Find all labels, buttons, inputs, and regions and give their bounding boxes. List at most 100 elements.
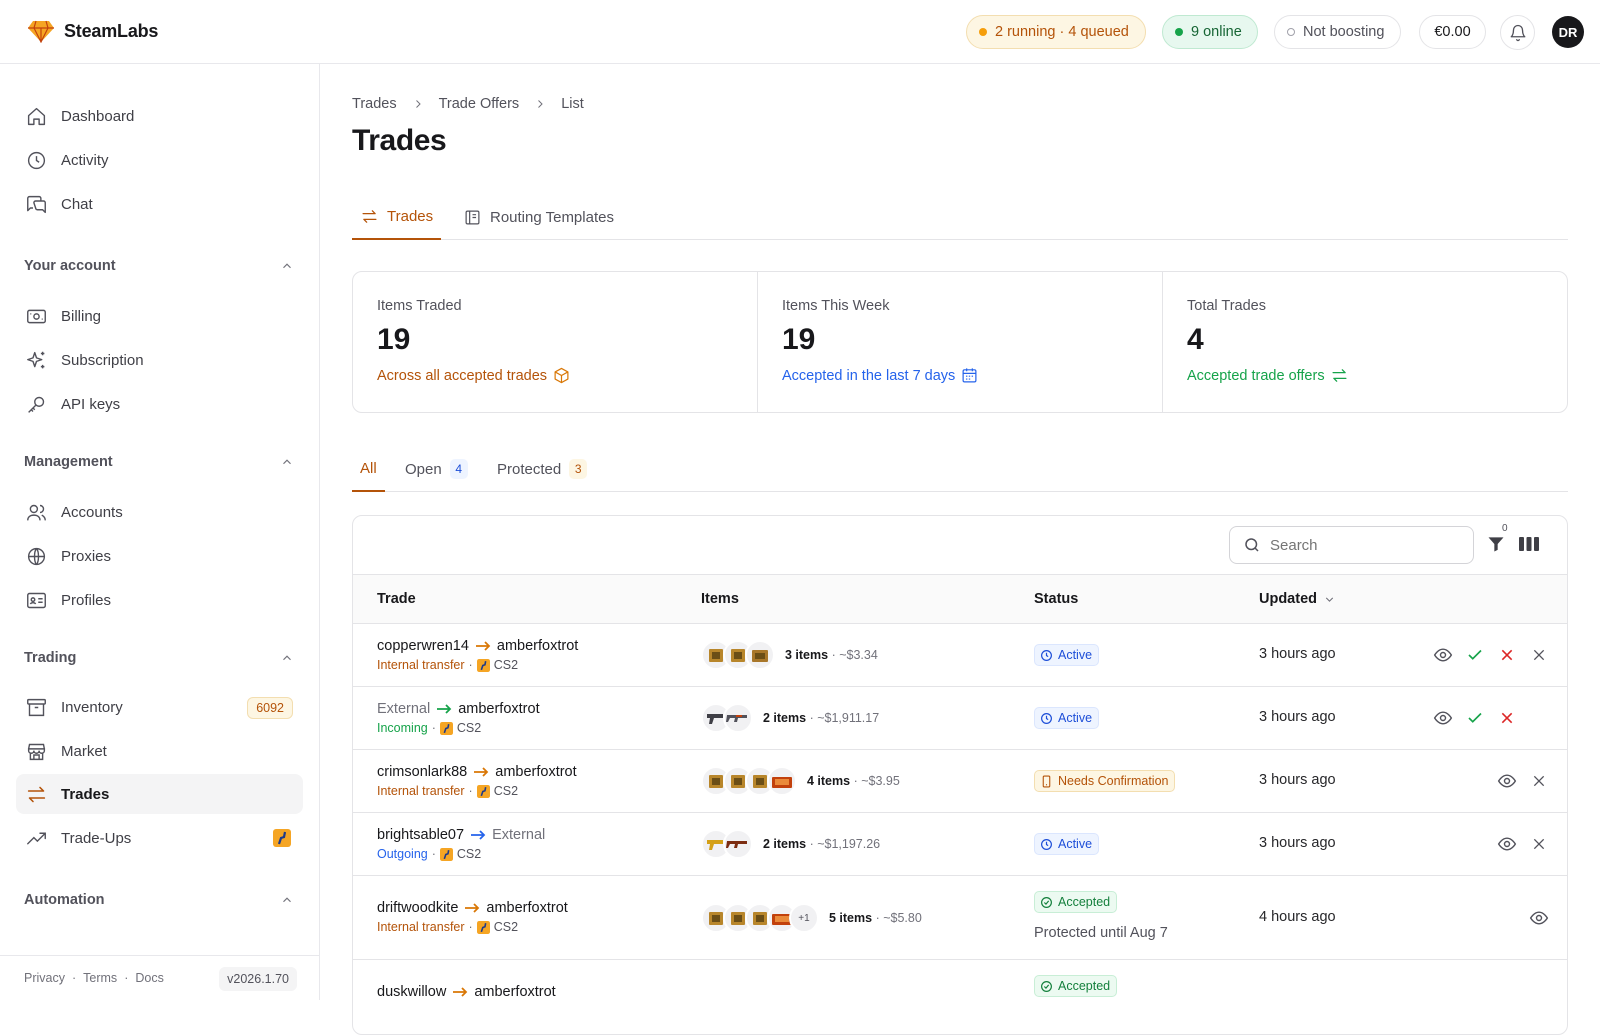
column-header-items[interactable]: Items [701, 591, 739, 607]
items-cell[interactable]: +1 5 items · ~$5.80 [701, 903, 922, 933]
book-icon [464, 209, 481, 226]
cs2-game-icon [476, 784, 490, 798]
stats-panel: Items Traded 19 Across all accepted trad… [352, 271, 1568, 413]
sidebar-item-activity[interactable]: Activity [16, 140, 303, 180]
arrow-right-icon [473, 766, 489, 778]
trade-to[interactable]: amberfoxtrot [495, 764, 576, 780]
version-badge: v2026.1.70 [219, 967, 297, 991]
trade-from[interactable]: duskwillow [377, 984, 446, 1000]
tab-trades[interactable]: Trades [352, 194, 442, 240]
chevron-up-icon [280, 455, 294, 469]
view-eye-icon[interactable] [1433, 645, 1453, 665]
column-title: Items [701, 591, 739, 607]
view-eye-icon[interactable] [1433, 708, 1453, 728]
accept-check-icon[interactable] [1465, 645, 1485, 665]
sidebar-item-market[interactable]: Market [16, 731, 303, 771]
breadcrumb-item[interactable]: Trade Offers [439, 96, 520, 112]
trade-to[interactable]: amberfoxtrot [497, 638, 578, 654]
table-row[interactable]: brightsable07 External Outgoing · CS2 2 i… [353, 813, 1567, 876]
section-your-account[interactable]: Your account [24, 258, 294, 274]
key-icon [25, 393, 47, 415]
app-logo[interactable]: SteamLabs [27, 19, 158, 43]
tab-protected[interactable]: Protected 3 [497, 446, 588, 492]
tab-routing-templates[interactable]: Routing Templates [464, 194, 614, 240]
sidebar-item-proxies[interactable]: Proxies [16, 536, 303, 576]
updated-time: 4 hours ago [1259, 909, 1336, 925]
sidebar-item-subscription[interactable]: Subscription [16, 340, 303, 380]
column-header-status[interactable]: Status [1034, 591, 1078, 607]
column-header-updated[interactable]: Updated [1259, 591, 1336, 607]
breadcrumb-item[interactable]: Trades [352, 96, 397, 112]
view-eye-icon[interactable] [1529, 908, 1549, 928]
filter-icon[interactable] [1486, 534, 1506, 554]
online-status-pill[interactable]: 9 online [1162, 15, 1258, 49]
sidebar-item-trades[interactable]: Trades [16, 774, 303, 814]
items-cell[interactable]: 2 items · ~$1,911.17 [701, 703, 879, 733]
boost-status-pill[interactable]: Not boosting [1274, 15, 1401, 49]
sidebar-item-chat[interactable]: Chat [16, 184, 303, 224]
sidebar-item-profiles[interactable]: Profiles [16, 580, 303, 620]
sidebar-item-inventory[interactable]: Inventory 6092 [16, 687, 303, 727]
cancel-close-icon[interactable] [1529, 645, 1549, 665]
trade-to[interactable]: amberfoxtrot [474, 984, 555, 1000]
table-row[interactable]: driftwoodkite amberfoxtrot Internal tran… [353, 876, 1567, 960]
trade-from[interactable]: driftwoodkite [377, 900, 458, 916]
docs-link[interactable]: Docs [135, 971, 163, 985]
view-eye-icon[interactable] [1497, 771, 1517, 791]
sidebar-item-label: Activity [61, 151, 109, 169]
table-row[interactable]: copperwren14 amberfoxtrot Internal trans… [353, 624, 1567, 687]
sidebar-item-billing[interactable]: Billing [16, 296, 303, 336]
user-avatar[interactable]: DR [1552, 16, 1584, 48]
trade-cell: copperwren14 amberfoxtrot Internal trans… [377, 638, 578, 672]
view-eye-icon[interactable] [1497, 834, 1517, 854]
decline-x-icon[interactable] [1497, 708, 1517, 728]
jobs-status-pill[interactable]: 2 running · 4 queued [966, 15, 1146, 49]
notifications-button[interactable] [1500, 15, 1535, 50]
column-header-trade[interactable]: Trade [377, 591, 416, 607]
gem-logo-icon [27, 19, 55, 43]
items-summary: 3 items · ~$3.34 [785, 648, 878, 662]
items-summary: 2 items · ~$1,197.26 [763, 837, 881, 851]
section-automation[interactable]: Automation [24, 892, 294, 908]
trade-to[interactable]: amberfoxtrot [458, 701, 539, 717]
section-management[interactable]: Management [24, 454, 294, 470]
row-actions [1497, 771, 1549, 791]
tab-label: Open [405, 460, 442, 478]
trade-to[interactable]: amberfoxtrot [486, 900, 567, 916]
items-cell[interactable]: 3 items · ~$3.34 [701, 640, 878, 670]
accept-check-icon[interactable] [1465, 708, 1485, 728]
more-items-badge: +1 [789, 903, 819, 933]
sidebar-item-trade-ups[interactable]: Trade-Ups [16, 818, 303, 858]
column-title: Updated [1259, 591, 1317, 607]
trade-from[interactable]: brightsable07 [377, 827, 464, 843]
trade-cell: crimsonlark88 amberfoxtrot Internal tran… [377, 764, 577, 798]
trade-cell: driftwoodkite amberfoxtrot Internal tran… [377, 900, 568, 934]
items-value: ~$3.34 [839, 648, 878, 662]
terms-link[interactable]: Terms [83, 971, 117, 985]
sidebar-item-dashboard[interactable]: Dashboard [16, 96, 303, 136]
table-row[interactable]: crimsonlark88 amberfoxtrot Internal tran… [353, 750, 1567, 813]
balance-pill[interactable]: €0.00 [1419, 15, 1486, 49]
columns-icon[interactable] [1519, 535, 1539, 553]
decline-x-icon[interactable] [1497, 645, 1517, 665]
cancel-close-icon[interactable] [1529, 771, 1549, 791]
trade-from[interactable]: crimsonlark88 [377, 764, 467, 780]
sidebar: Dashboard Activity Chat Your account Bil… [0, 64, 320, 1000]
stat-subtext: Accepted in the last 7 days [782, 367, 1138, 384]
table-row[interactable]: duskwillow amberfoxtrot Accepted [353, 960, 1567, 1034]
tab-open[interactable]: Open 4 [405, 446, 468, 492]
tab-all[interactable]: All [352, 446, 385, 492]
privacy-link[interactable]: Privacy [24, 971, 65, 985]
sidebar-item-api-keys[interactable]: API keys [16, 384, 303, 424]
search-input[interactable] [1270, 536, 1450, 554]
table-row[interactable]: External amberfoxtrot Incoming · CS2 2 it… [353, 687, 1567, 750]
section-trading[interactable]: Trading [24, 650, 294, 666]
sidebar-item-accounts[interactable]: Accounts [16, 492, 303, 532]
trade-from[interactable]: copperwren14 [377, 638, 469, 654]
cancel-close-icon[interactable] [1529, 834, 1549, 854]
items-cell[interactable]: 4 items · ~$3.95 [701, 766, 900, 796]
items-cell[interactable]: 2 items · ~$1,197.26 [701, 829, 880, 859]
footer-separator: · [124, 971, 129, 985]
sidebar-item-label: Accounts [61, 503, 123, 521]
search-box[interactable] [1229, 526, 1474, 564]
